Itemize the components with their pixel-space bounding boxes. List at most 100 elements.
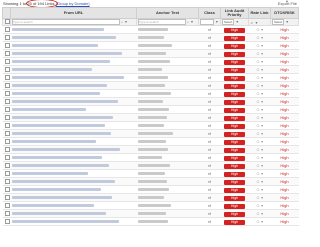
priority-badge[interactable]: High bbox=[224, 195, 245, 201]
row-checkbox[interactable] bbox=[4, 26, 10, 32]
row-checkbox[interactable] bbox=[4, 178, 10, 184]
rate-link-icon[interactable]: ☺ ▾ bbox=[256, 67, 263, 72]
dropdown-arrow-icon[interactable]: ▼ bbox=[285, 20, 288, 24]
from-url-link[interactable] bbox=[11, 92, 100, 95]
row-checkbox[interactable] bbox=[4, 210, 10, 216]
row-checkbox[interactable] bbox=[4, 218, 10, 224]
row-checkbox[interactable] bbox=[4, 130, 10, 136]
rate-link-icon[interactable]: ☺ ▾ bbox=[256, 179, 263, 184]
rate-link-icon[interactable]: ☺ ▾ bbox=[256, 203, 263, 208]
priority-badge[interactable]: High bbox=[224, 139, 245, 145]
column-header-from-url[interactable]: From URL bbox=[10, 7, 137, 19]
from-url-link[interactable] bbox=[11, 204, 94, 207]
priority-badge[interactable]: High bbox=[224, 147, 245, 153]
priority-badge[interactable]: High bbox=[224, 83, 245, 89]
rate-link-icon[interactable]: ☺ ▾ bbox=[256, 75, 263, 80]
priority-badge[interactable]: High bbox=[224, 203, 245, 209]
priority-badge[interactable]: High bbox=[224, 155, 245, 161]
rate-link-icon[interactable]: ☺ ▾ bbox=[256, 59, 263, 64]
priority-badge[interactable]: High bbox=[224, 179, 245, 185]
group-by-domain-link[interactable]: (Group by Domain) bbox=[56, 1, 90, 6]
row-checkbox[interactable] bbox=[4, 66, 10, 72]
row-checkbox[interactable] bbox=[4, 138, 10, 144]
from-url-link[interactable] bbox=[11, 180, 115, 183]
priority-badge[interactable]: High bbox=[224, 35, 245, 41]
rate-link-icon[interactable]: ☺ ▾ bbox=[256, 195, 263, 200]
priority-badge[interactable]: High bbox=[224, 43, 245, 49]
priority-badge[interactable]: High bbox=[224, 27, 245, 33]
row-checkbox[interactable] bbox=[4, 90, 10, 96]
priority-badge[interactable]: High bbox=[224, 115, 245, 121]
rate-link-icon[interactable]: ☺ ▾ bbox=[256, 131, 263, 136]
rate-link-icon[interactable]: ☺ ▾ bbox=[256, 35, 263, 40]
row-checkbox[interactable] bbox=[4, 194, 10, 200]
dtoxrisk-select[interactable]: Select bbox=[272, 19, 285, 25]
from-url-link[interactable] bbox=[11, 140, 96, 143]
from-url-link[interactable] bbox=[11, 212, 106, 215]
search-icon[interactable]: ⌕ bbox=[121, 20, 123, 24]
from-url-link[interactable] bbox=[11, 76, 124, 79]
rate-link-icon[interactable]: ☺ ▾ bbox=[256, 211, 263, 216]
row-checkbox[interactable] bbox=[4, 42, 10, 48]
from-url-link[interactable] bbox=[11, 132, 111, 135]
from-url-link[interactable] bbox=[11, 124, 105, 127]
rate-link-icon[interactable]: ☺ ▾ bbox=[256, 51, 263, 56]
priority-badge[interactable]: High bbox=[224, 123, 245, 129]
class-filter-input[interactable] bbox=[200, 19, 214, 25]
rate-link-icon[interactable]: ☺ ▾ bbox=[256, 107, 263, 112]
url-search-input[interactable]: Type to search bbox=[12, 19, 120, 25]
rate-link-icon[interactable]: ☺ ▾ bbox=[256, 163, 263, 168]
priority-badge[interactable]: High bbox=[224, 211, 245, 217]
from-url-link[interactable] bbox=[11, 172, 88, 175]
priority-badge[interactable]: High bbox=[224, 51, 245, 57]
row-checkbox[interactable] bbox=[4, 170, 10, 176]
row-checkbox[interactable] bbox=[4, 74, 10, 80]
from-url-link[interactable] bbox=[11, 44, 98, 47]
from-url-link[interactable] bbox=[11, 52, 122, 55]
row-checkbox[interactable] bbox=[4, 146, 10, 152]
column-header-rate-link[interactable]: Rate Link bbox=[248, 7, 271, 19]
rate-link-icon[interactable]: ☺ ▾ bbox=[256, 43, 263, 48]
from-url-link[interactable] bbox=[11, 188, 101, 191]
from-url-link[interactable] bbox=[11, 68, 92, 71]
priority-badge[interactable]: High bbox=[224, 59, 245, 65]
select-all-checkbox[interactable] bbox=[5, 19, 10, 24]
export-file-button[interactable]: ▼ Export File bbox=[278, 0, 297, 6]
row-checkbox[interactable] bbox=[4, 50, 10, 56]
row-checkbox[interactable] bbox=[4, 162, 10, 168]
priority-badge[interactable]: High bbox=[224, 75, 245, 81]
dropdown-arrow-icon[interactable]: ▼ bbox=[255, 20, 258, 24]
priority-badge[interactable]: High bbox=[224, 107, 245, 113]
priority-badge[interactable]: High bbox=[224, 67, 245, 73]
dropdown-arrow-icon[interactable]: ▼ bbox=[235, 20, 238, 24]
rate-link-icon[interactable]: ☺ ▾ bbox=[256, 123, 263, 128]
row-checkbox[interactable] bbox=[4, 98, 10, 104]
row-checkbox[interactable] bbox=[4, 106, 10, 112]
dropdown-arrow-icon[interactable]: ▼ bbox=[190, 20, 193, 24]
rate-link-icon[interactable]: ☺ ▾ bbox=[256, 155, 263, 160]
priority-badge[interactable]: High bbox=[224, 99, 245, 105]
row-checkbox[interactable] bbox=[4, 114, 10, 120]
from-url-link[interactable] bbox=[11, 220, 119, 223]
dropdown-arrow-icon[interactable]: ▼ bbox=[215, 20, 218, 24]
from-url-link[interactable] bbox=[11, 36, 116, 39]
from-url-link[interactable] bbox=[11, 164, 109, 167]
row-checkbox[interactable] bbox=[4, 154, 10, 160]
rate-link-icon[interactable]: ☺ ▾ bbox=[256, 83, 263, 88]
search-icon[interactable]: ⌕ bbox=[187, 20, 189, 24]
rate-link-icon[interactable]: ☺ ▾ bbox=[256, 219, 263, 224]
row-checkbox[interactable] bbox=[4, 82, 10, 88]
anchor-search-input[interactable]: Type to search bbox=[138, 19, 186, 25]
priority-badge[interactable]: High bbox=[224, 171, 245, 177]
priority-badge[interactable]: High bbox=[224, 91, 245, 97]
rate-link-icon[interactable]: ☺ ▾ bbox=[256, 115, 263, 120]
rate-link-icon[interactable]: ☺ ▾ bbox=[256, 139, 263, 144]
from-url-link[interactable] bbox=[11, 156, 102, 159]
rate-link-icon[interactable]: ☺ ▾ bbox=[256, 91, 263, 96]
from-url-link[interactable] bbox=[11, 28, 104, 31]
rate-link-icon[interactable]: ☺ ▾ bbox=[256, 27, 263, 32]
from-url-link[interactable] bbox=[11, 100, 118, 103]
rate-link-icon[interactable]: ☺ ▾ bbox=[256, 99, 263, 104]
from-url-link[interactable] bbox=[11, 196, 112, 199]
column-header-anchor-text[interactable]: Anchor Text bbox=[136, 7, 199, 19]
